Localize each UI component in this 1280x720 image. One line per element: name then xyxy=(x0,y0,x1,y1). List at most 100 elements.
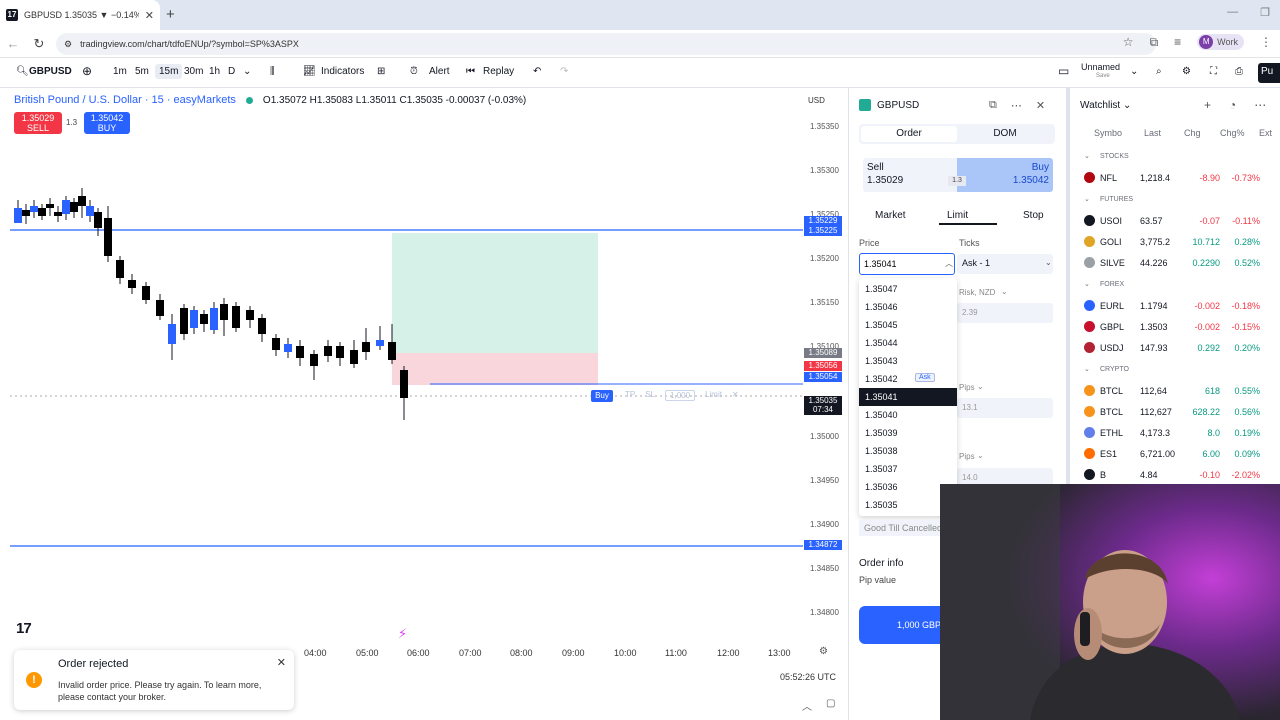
watchlist-title[interactable]: Watchlist ⌄ xyxy=(1080,100,1131,111)
watchlist-row[interactable]: BTCL 112,64 618 0.55% xyxy=(1070,381,1280,401)
bookmark-star-icon[interactable]: ☆ xyxy=(1123,35,1134,49)
tp-pips-chevron-icon[interactable]: ⌄ xyxy=(977,382,984,391)
section-toggle-chevron-icon[interactable]: ⌄ xyxy=(1084,195,1090,203)
symbol-button[interactable]: GBPUSD xyxy=(29,66,72,77)
tab-limit[interactable]: Limit xyxy=(947,210,968,221)
price-axis-label[interactable]: 1.35225 xyxy=(804,226,842,236)
interval-30m[interactable]: 30m xyxy=(184,66,203,77)
interval-1m[interactable]: 1m xyxy=(113,66,127,77)
layout-dropdown-icon[interactable]: ⌄ xyxy=(1130,66,1138,77)
sell-side-button[interactable]: Sell 1.35029 xyxy=(863,158,957,192)
new-tab-icon[interactable]: + xyxy=(166,6,175,23)
interval-15m[interactable]: 15m xyxy=(155,64,183,79)
price-option[interactable]: 1.35046 xyxy=(859,298,957,316)
replay-icon[interactable]: ⏮︎ xyxy=(466,66,475,77)
risk-chevron-icon[interactable]: ⌄ xyxy=(1001,287,1008,296)
price-input[interactable] xyxy=(859,253,955,275)
risk-label[interactable]: Risk, NZD xyxy=(959,288,995,297)
dock-icon[interactable]: ⧉ xyxy=(989,99,997,112)
col-symbol[interactable]: Symbo xyxy=(1094,128,1122,138)
watchlist-row[interactable]: USDJ 147.93 0.292 0.20% xyxy=(1070,338,1280,358)
collapse-panel-icon[interactable]: ︿ xyxy=(802,698,812,713)
watchlist-row[interactable]: EURL 1.1794 -0.002 -0.18% xyxy=(1070,296,1280,316)
sl-pips-label[interactable]: Pips xyxy=(959,452,975,461)
interval-d[interactable]: D xyxy=(228,66,235,77)
chevron-up-icon[interactable]: ︿ xyxy=(945,258,953,269)
tp-pips-input[interactable]: 13.1 xyxy=(957,398,1053,418)
reload-icon[interactable]: ↻ xyxy=(26,36,52,52)
col-chg[interactable]: Chg xyxy=(1184,128,1201,138)
extensions-icon[interactable]: ⧉ xyxy=(1150,35,1159,50)
snapshot-camera-icon[interactable]: ⎙ xyxy=(1235,66,1243,77)
watchlist-row[interactable]: BTCL 112,627 628.22 0.56% xyxy=(1070,402,1280,422)
price-axis-label[interactable]: 1.34872 xyxy=(804,540,842,550)
close-tab-icon[interactable]: ✕ xyxy=(145,9,154,22)
alert-button[interactable]: Alert xyxy=(429,66,450,77)
price-option[interactable]: 1.35042 Ask xyxy=(859,370,957,388)
col-ext[interactable]: Ext xyxy=(1259,128,1272,138)
quick-buy-button[interactable]: 1.35042 BUY xyxy=(84,112,130,134)
price-axis-label[interactable]: 1.35089 xyxy=(804,348,842,358)
watchlist-row[interactable]: USOI 63.57 -0.07 -0.11% xyxy=(1070,211,1280,231)
tp-pips-label[interactable]: Pips xyxy=(959,383,975,392)
toast-close-icon[interactable]: ✕ xyxy=(277,656,286,669)
lightning-icon[interactable]: ⚡︎ xyxy=(398,626,407,642)
section-toggle-chevron-icon[interactable]: ⌄ xyxy=(1084,152,1090,160)
undo-icon[interactable]: ↶ xyxy=(533,66,541,77)
interval-5m[interactable]: 5m xyxy=(135,66,149,77)
interval-1h[interactable]: 1h xyxy=(209,66,220,77)
watchlist-row[interactable]: ES1 6,721.00 6.00 0.09% xyxy=(1070,444,1280,464)
more-icon[interactable]: ⋮ xyxy=(1260,35,1272,49)
price-option[interactable]: 1.35043 xyxy=(859,352,957,370)
order-line-sl[interactable]: SL xyxy=(645,390,655,401)
site-info-icon[interactable]: ⚙ xyxy=(64,39,72,50)
price-option[interactable]: 1.35040 xyxy=(859,406,957,424)
interval-dropdown-icon[interactable]: ⌄ xyxy=(243,66,251,77)
profile-button[interactable]: M Work xyxy=(1197,34,1244,50)
risk-input[interactable]: 2.39 xyxy=(957,303,1053,323)
time-axis-settings-icon[interactable]: ⚙ xyxy=(819,646,828,657)
templates-icon[interactable]: ⊞ xyxy=(377,66,385,77)
price-option[interactable]: 1.35045 xyxy=(859,316,957,334)
settings-gear-icon[interactable]: ⚙ xyxy=(1182,66,1191,77)
price-axis-label[interactable]: 07:34 xyxy=(804,405,842,415)
alerts-clock-icon[interactable]: ◔ xyxy=(1229,98,1236,112)
watchlist-row[interactable]: SILVE 44.226 0.2290 0.52% xyxy=(1070,253,1280,273)
layout-name[interactable]: Unnamed xyxy=(1081,62,1120,72)
price-axis-label[interactable]: 1.35056 xyxy=(804,361,842,371)
watchlist-section-futures[interactable]: FUTURES xyxy=(1100,196,1133,203)
price-option[interactable]: 1.35041 xyxy=(859,388,957,406)
tradingview-logo[interactable]: 17 xyxy=(16,620,32,637)
price-axis-label[interactable]: 1.35054 xyxy=(804,372,842,382)
buy-side-button[interactable]: Buy 1.35042 xyxy=(957,158,1053,192)
redo-icon[interactable]: ↷ xyxy=(560,66,568,77)
watchlist-row[interactable]: ETHL 4,173.3 8.0 0.19% xyxy=(1070,423,1280,443)
watchlist-row[interactable]: GOLI 3,775.2 10.712 0.28% xyxy=(1070,232,1280,252)
indicators-button[interactable]: Indicators xyxy=(321,66,364,77)
quick-search-icon[interactable]: ⌕ xyxy=(1156,66,1162,77)
watchlist-more-icon[interactable]: ⋯ xyxy=(1254,98,1266,112)
close-panel-icon[interactable]: ✕ xyxy=(1036,99,1045,112)
maximize-panel-icon[interactable]: ▢ xyxy=(826,698,835,713)
col-last[interactable]: Last xyxy=(1144,128,1161,138)
watchlist-section-stocks[interactable]: STOCKS xyxy=(1100,153,1129,160)
col-chg-percent[interactable]: Chg% xyxy=(1220,128,1245,138)
minimize-icon[interactable]: — xyxy=(1227,6,1238,19)
more-options-icon[interactable]: ⋯ xyxy=(1011,99,1022,112)
chevron-down-icon[interactable]: ⌄ xyxy=(1045,258,1052,267)
compare-add-icon[interactable]: ⊕ xyxy=(82,64,92,78)
tab-dom[interactable]: DOM xyxy=(957,126,1053,142)
price-option[interactable]: 1.35047 xyxy=(859,280,957,298)
currency-label[interactable]: USD xyxy=(808,96,825,105)
chart-pane[interactable]: British Pound / U.S. Dollar · 15 · easyM… xyxy=(0,88,848,720)
ticks-select[interactable]: Ask - 1 xyxy=(957,254,1053,274)
order-line-qty[interactable]: 1,000 xyxy=(665,390,696,401)
watchlist-row[interactable]: B 4.84 -0.10 -2.02% xyxy=(1070,465,1280,485)
chart-type-icon[interactable]: ⫼ xyxy=(270,66,275,77)
symbol-search-icon[interactable]: 🔍︎ xyxy=(16,66,29,77)
section-toggle-chevron-icon[interactable]: ⌄ xyxy=(1084,280,1090,288)
watchlist-section-forex[interactable]: FOREX xyxy=(1100,281,1124,288)
fullscreen-icon[interactable]: ⛶ xyxy=(1210,66,1217,77)
utc-clock[interactable]: 05:52:26 UTC xyxy=(780,672,836,682)
price-option[interactable]: 1.35039 xyxy=(859,424,957,442)
